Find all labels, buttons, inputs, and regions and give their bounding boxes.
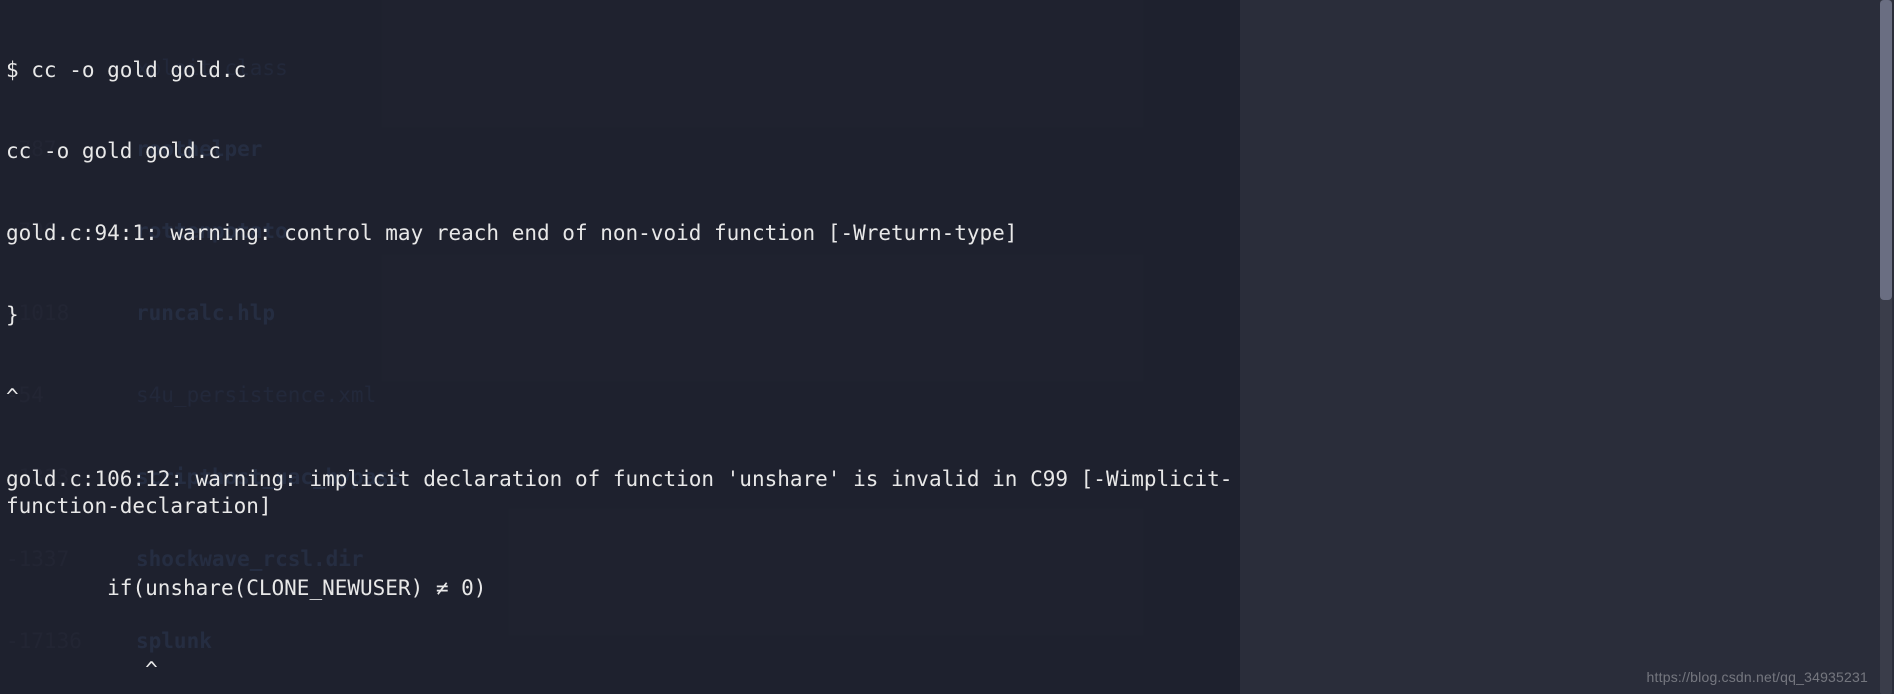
terminal-line: cc -o gold gold.c — [6, 138, 1234, 165]
watermark-text: https://blog.csdn.net/qq_34935231 — [1647, 668, 1868, 686]
scrollbar-thumb[interactable] — [1880, 0, 1892, 300]
terminal-line: } — [6, 302, 1234, 329]
terminal-line: $ cc -o gold gold.c — [6, 57, 1234, 84]
terminal-line: if(unshare(CLONE_NEWUSER) ≠ 0) — [6, 575, 1234, 602]
vertical-scrollbar[interactable] — [1878, 0, 1894, 694]
terminal-line: ^ — [6, 384, 1234, 411]
terminal-output[interactable]: $ cc -o gold gold.c cc -o gold gold.c go… — [0, 0, 1240, 694]
terminal-line: ^ — [6, 657, 1234, 684]
terminal-line: gold.c:106:12: warning: implicit declara… — [6, 466, 1234, 521]
screenshot-stage: xploit.class -787roothelper -796rottenpo… — [0, 0, 1894, 694]
terminal-window[interactable]: $ cc -o gold gold.c cc -o gold gold.c go… — [0, 0, 1240, 600]
terminal-line: gold.c:94:1: warning: control may reach … — [6, 220, 1234, 247]
